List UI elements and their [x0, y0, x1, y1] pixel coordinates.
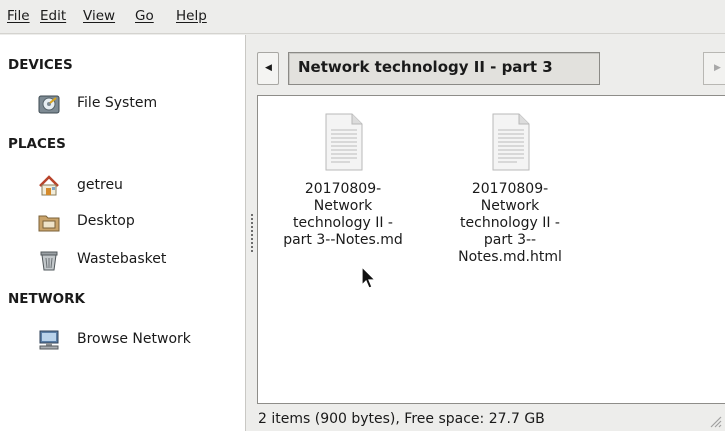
sidebar-item-desktop[interactable]: Desktop — [38, 209, 238, 235]
menu-go[interactable]: Go — [135, 8, 154, 24]
path-crumb-current[interactable]: Network technology II - part 3 — [288, 52, 600, 85]
file-name: 20170809- Network technology II - part 3… — [283, 181, 403, 248]
sidebar-item-getreu[interactable]: getreu — [38, 173, 238, 199]
section-devices: DEVICES — [8, 57, 73, 73]
resize-grip-icon[interactable] — [705, 413, 723, 429]
sidebar-item-label: Desktop — [77, 213, 135, 229]
menu-view[interactable]: View — [83, 8, 115, 24]
sidebar-item-wastebasket[interactable]: Wastebasket — [38, 247, 238, 273]
arrow-right-icon: ▶ — [714, 63, 721, 73]
file-item[interactable]: 20170809- Network technology II - part 3… — [430, 112, 590, 266]
menubar: File Edit View Go Help — [0, 0, 725, 34]
text-file-icon — [492, 113, 530, 171]
home-icon — [39, 175, 59, 196]
menu-edit[interactable]: Edit — [40, 8, 66, 24]
arrow-left-icon: ◀ — [265, 63, 272, 73]
file-manager-window: File Edit View Go Help DEVICES File Syst… — [0, 0, 725, 431]
menu-file[interactable]: File — [7, 8, 30, 24]
text-file-icon — [325, 113, 363, 171]
desktop-folder-icon — [38, 215, 60, 232]
sidebar-item-label: Wastebasket — [77, 251, 167, 267]
section-places: PLACES — [8, 136, 66, 152]
pane-splitter[interactable] — [251, 214, 254, 254]
sidebar-item-browse-network[interactable]: Browse Network — [38, 327, 238, 353]
sidebar: DEVICES File System PLACES getreu Deskto… — [0, 35, 246, 431]
trash-icon — [40, 251, 58, 271]
status-bar-text: 2 items (900 bytes), Free space: 27.7 GB — [258, 411, 545, 427]
sidebar-item-label: Browse Network — [77, 331, 191, 347]
sidebar-item-label: getreu — [77, 177, 123, 193]
menu-help[interactable]: Help — [176, 8, 207, 24]
hard-drive-icon — [38, 95, 60, 114]
mouse-pointer-icon — [361, 265, 377, 289]
file-item[interactable]: 20170809- Network technology II - part 3… — [263, 112, 423, 249]
file-name: 20170809- Network technology II - part 3… — [458, 181, 562, 265]
path-scroll-right-button[interactable]: ▶ — [703, 52, 725, 85]
network-icon — [39, 330, 59, 350]
file-icon-view[interactable]: 20170809- Network technology II - part 3… — [257, 95, 725, 404]
section-network: NETWORK — [8, 291, 85, 307]
path-scroll-left-button[interactable]: ◀ — [257, 52, 279, 85]
sidebar-item-file-system[interactable]: File System — [38, 91, 238, 117]
sidebar-item-label: File System — [77, 95, 158, 111]
